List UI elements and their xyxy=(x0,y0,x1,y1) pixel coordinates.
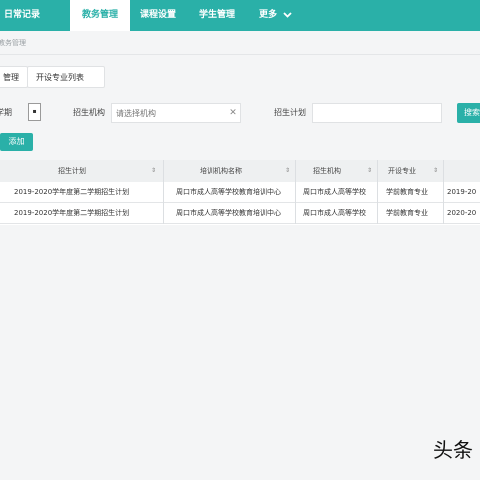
column-header-plan[interactable]: 招生计划 xyxy=(58,161,86,182)
cell-institution: 周口市成人高等学校教育培训中心 xyxy=(176,209,281,217)
column-header-major[interactable]: 开设专业 xyxy=(388,161,416,182)
tab-manage[interactable]: 管理 xyxy=(0,66,28,88)
cell-major: 学前教育专业 xyxy=(386,188,428,196)
sort-icon[interactable]: ⇕ xyxy=(367,161,372,181)
close-icon[interactable]: ✕ xyxy=(227,103,239,123)
column-header-institution[interactable]: 培训机构名称 xyxy=(200,161,242,182)
cell-plan: 2019-2020学年度第二学期招生计划 xyxy=(14,188,130,196)
plan-input[interactable] xyxy=(312,103,442,123)
cell-extra: 2020-20 xyxy=(447,209,477,217)
watermark: 头条 xyxy=(433,438,473,462)
column-header-org[interactable]: 招生机构 xyxy=(313,161,341,182)
nav-item-students[interactable]: 学生管理 xyxy=(199,0,235,31)
cell-plan: 2019-2020学年度第二学期招生计划 xyxy=(14,209,130,217)
nav-item-courses[interactable]: 课程设置 xyxy=(140,0,176,31)
sort-icon[interactable]: ⇕ xyxy=(433,161,438,181)
add-button[interactable]: 添加 xyxy=(0,133,33,151)
term-label: 学期 xyxy=(0,108,12,117)
cell-org: 周口市成人高等学校 xyxy=(303,209,366,217)
cell-major: 学前教育专业 xyxy=(386,209,428,217)
nav-item-academic[interactable]: 教务管理 xyxy=(70,0,130,31)
cell-institution: 周口市成人高等学校教育培训中心 xyxy=(176,188,281,196)
plan-label: 招生计划 xyxy=(274,108,306,117)
sort-icon[interactable]: ⇕ xyxy=(151,161,156,181)
divider xyxy=(0,54,480,55)
cell-extra: 2019-20 xyxy=(447,188,477,196)
org-label: 招生机构 xyxy=(73,108,105,117)
column-divider xyxy=(295,160,296,224)
term-select[interactable]: ▪ xyxy=(28,103,41,121)
org-input[interactable] xyxy=(111,103,241,123)
nav-item-more[interactable]: 更多 xyxy=(259,0,292,31)
cell-org: 周口市成人高等学校 xyxy=(303,188,366,196)
nav-item-more-label: 更多 xyxy=(259,10,278,20)
breadcrumb: 教务管理 xyxy=(0,39,26,47)
search-button[interactable]: 搜索 xyxy=(457,103,480,123)
column-divider xyxy=(163,160,164,224)
sort-icon[interactable]: ⇕ xyxy=(285,161,290,181)
chevron-down-icon xyxy=(283,11,292,18)
tab-major-list[interactable]: 开设专业列表 xyxy=(27,66,105,88)
column-divider xyxy=(377,160,378,224)
column-divider xyxy=(443,160,444,224)
nav-item-records[interactable]: 日常记录 xyxy=(4,0,40,31)
